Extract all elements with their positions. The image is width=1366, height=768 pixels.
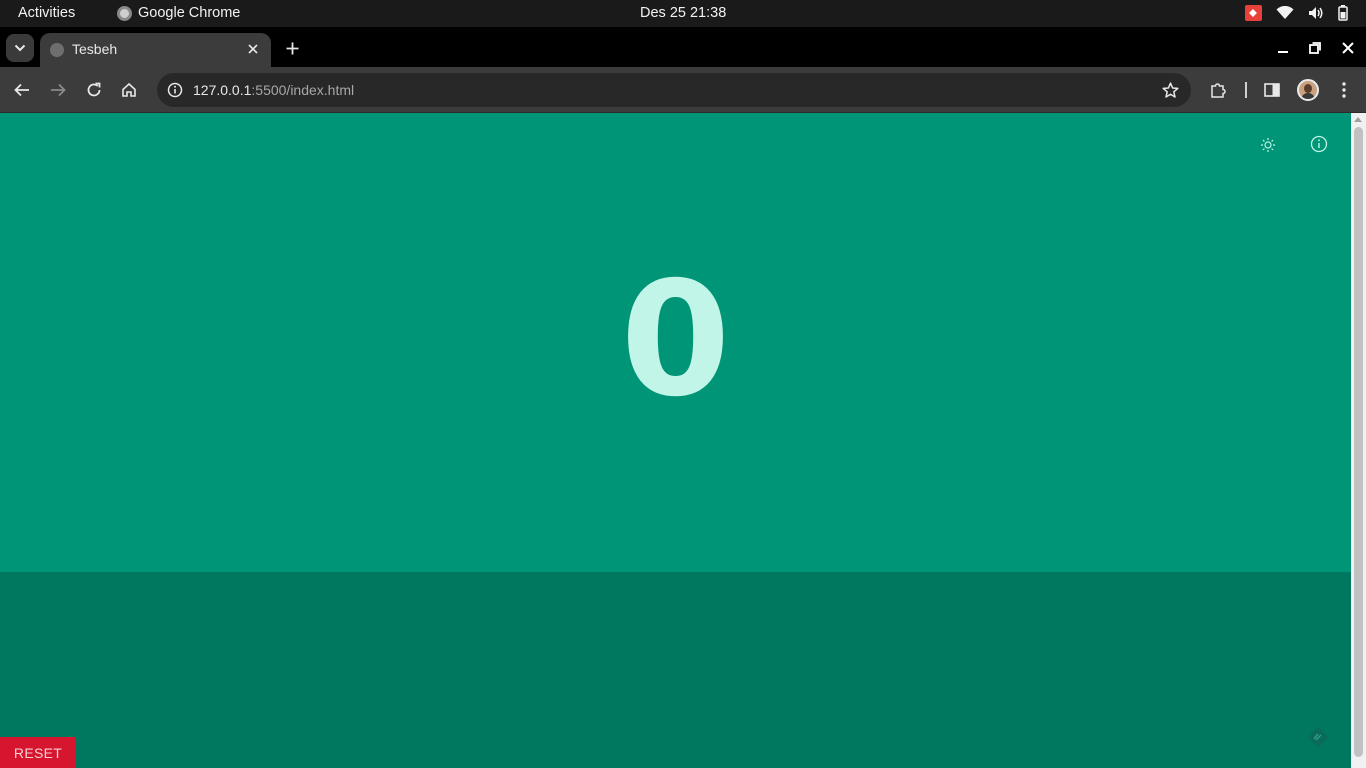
chrome-menu-button[interactable]	[1332, 78, 1356, 102]
theme-toggle-button[interactable]	[1258, 135, 1278, 155]
site-info-button[interactable]	[164, 79, 186, 101]
minimize-button[interactable]	[1271, 36, 1295, 60]
window-close-button[interactable]	[1336, 36, 1360, 60]
arrow-right-icon	[51, 83, 66, 97]
close-icon	[248, 44, 258, 54]
home-icon	[122, 82, 136, 97]
star-icon	[1161, 81, 1179, 98]
corner-widget[interactable]	[1306, 725, 1330, 749]
side-panel-button[interactable]	[1260, 78, 1284, 102]
page-viewport: 0 RESET	[0, 113, 1351, 768]
wifi-icon[interactable]	[1276, 6, 1294, 20]
extensions-button[interactable]	[1206, 78, 1230, 102]
forward-button[interactable]	[46, 78, 70, 102]
restore-icon	[1309, 42, 1321, 54]
volume-icon[interactable]	[1308, 6, 1324, 20]
tab-search-button[interactable]	[6, 34, 34, 62]
reset-button[interactable]: RESET	[0, 737, 76, 768]
tab-close-button[interactable]	[243, 39, 263, 59]
app-menu[interactable]: Google Chrome	[117, 5, 240, 21]
clock[interactable]: Des 25 21:38	[640, 5, 726, 21]
reload-icon	[87, 82, 101, 97]
globe-icon	[50, 43, 64, 57]
app-name: Google Chrome	[138, 5, 241, 21]
system-tray[interactable]	[1245, 5, 1348, 21]
scroll-thumb[interactable]	[1354, 127, 1363, 757]
about-button[interactable]	[1308, 133, 1330, 155]
profile-avatar[interactable]	[1297, 79, 1319, 101]
counter-value: 0	[620, 248, 731, 432]
counter-tap-area[interactable]: 0	[0, 113, 1351, 572]
diamond-icon	[1308, 727, 1328, 747]
back-button[interactable]	[10, 78, 34, 102]
tab-title: Tesbeh	[72, 41, 118, 57]
scroll-up-icon[interactable]	[1354, 117, 1362, 122]
sun-icon	[1261, 138, 1275, 152]
tab-strip: Tesbeh	[0, 27, 1366, 67]
active-tab[interactable]: Tesbeh	[40, 33, 271, 67]
url-path: :5500/index.html	[251, 82, 355, 98]
minimize-icon	[1278, 51, 1288, 53]
plus-icon	[286, 42, 298, 54]
puzzle-icon	[1211, 83, 1226, 98]
info-icon	[1310, 135, 1328, 153]
anydesk-icon[interactable]	[1245, 5, 1262, 21]
bottom-panel[interactable]	[0, 572, 1351, 768]
info-icon	[167, 82, 183, 98]
reload-button[interactable]	[82, 78, 106, 102]
url-host: 127.0.0.1	[193, 82, 252, 98]
side-panel-icon	[1264, 83, 1280, 97]
home-button[interactable]	[117, 78, 141, 102]
new-tab-button[interactable]	[280, 36, 304, 60]
chevron-down-icon	[14, 44, 26, 52]
activities-button[interactable]: Activities	[18, 5, 75, 21]
browser-toolbar: 127.0.0.1:5500/index.html	[0, 67, 1366, 113]
restore-button[interactable]	[1303, 36, 1327, 60]
toolbar-separator	[1245, 82, 1247, 98]
page-scrollbar[interactable]	[1351, 113, 1366, 768]
chrome-icon	[117, 5, 132, 21]
arrow-left-icon	[14, 83, 29, 97]
bookmark-button[interactable]	[1159, 79, 1181, 101]
url-text[interactable]: 127.0.0.1:5500/index.html	[193, 82, 354, 98]
system-top-bar: Activities Google Chrome Des 25 21:38	[0, 0, 1366, 27]
address-bar[interactable]: 127.0.0.1:5500/index.html	[157, 73, 1191, 107]
kebab-menu-icon	[1342, 82, 1346, 98]
battery-icon[interactable]	[1338, 5, 1348, 21]
close-icon	[1342, 42, 1354, 54]
